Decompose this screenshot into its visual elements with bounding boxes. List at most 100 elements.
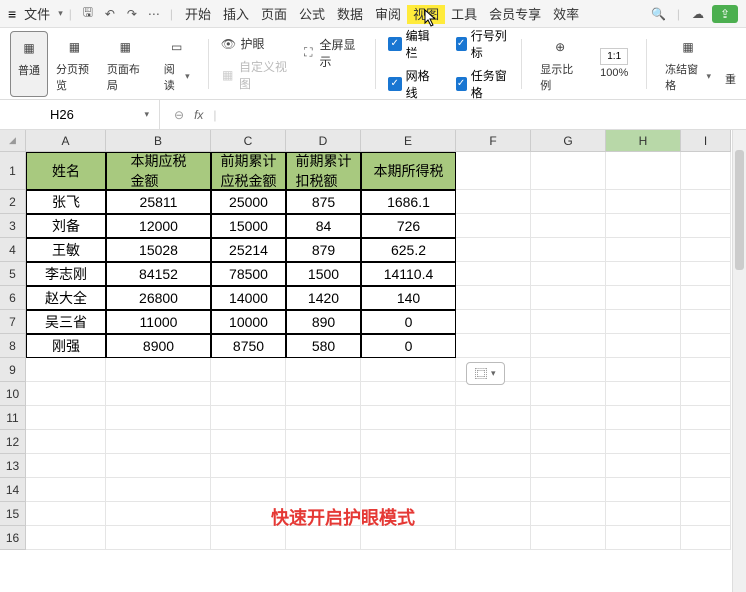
table-cell[interactable]: 84 xyxy=(286,214,361,238)
table-cell[interactable]: 25000 xyxy=(211,190,286,214)
cell[interactable] xyxy=(456,334,531,358)
cell[interactable] xyxy=(26,526,106,550)
more-icon[interactable]: ⋯ xyxy=(144,4,164,24)
table-cell[interactable]: 15000 xyxy=(211,214,286,238)
cell[interactable] xyxy=(211,358,286,382)
cell[interactable] xyxy=(26,358,106,382)
zoom-ratio-button[interactable]: ⊕ 显示比例 xyxy=(534,31,586,97)
cell[interactable] xyxy=(211,406,286,430)
col-header[interactable]: C xyxy=(211,130,286,152)
cell[interactable] xyxy=(606,152,681,190)
cell[interactable] xyxy=(456,238,531,262)
col-header[interactable]: B xyxy=(106,130,211,152)
table-cell[interactable]: 15028 xyxy=(106,238,211,262)
cell[interactable] xyxy=(456,262,531,286)
cell[interactable] xyxy=(456,310,531,334)
cell[interactable] xyxy=(681,406,731,430)
cell[interactable] xyxy=(456,406,531,430)
table-cell[interactable]: 25214 xyxy=(211,238,286,262)
row-header[interactable]: 16 xyxy=(0,526,26,550)
cell[interactable] xyxy=(286,358,361,382)
cell[interactable] xyxy=(531,262,606,286)
cell[interactable] xyxy=(361,478,456,502)
table-cell[interactable]: 8900 xyxy=(106,334,211,358)
row-header[interactable]: 3 xyxy=(0,214,26,238)
cell[interactable] xyxy=(531,358,606,382)
row-header[interactable]: 14 xyxy=(0,478,26,502)
view-mode-1[interactable]: ▦分页预览 xyxy=(50,31,99,97)
row-header[interactable]: 7 xyxy=(0,310,26,334)
cell[interactable] xyxy=(26,502,106,526)
table-cell[interactable]: 580 xyxy=(286,334,361,358)
zoom-value-display[interactable]: 1:1 100% xyxy=(594,44,634,83)
cell[interactable] xyxy=(606,310,681,334)
col-header[interactable]: H xyxy=(606,130,681,152)
cell[interactable] xyxy=(531,190,606,214)
row-header[interactable]: 15 xyxy=(0,502,26,526)
cell[interactable] xyxy=(531,238,606,262)
undo-icon[interactable]: ↶ xyxy=(100,4,120,24)
cancel-icon[interactable]: ⊖ xyxy=(174,108,184,122)
freeze-panes-button[interactable]: ▦ 冻结窗格▾ xyxy=(659,31,717,97)
table-cell[interactable]: 1686.1 xyxy=(361,190,456,214)
cell[interactable] xyxy=(361,430,456,454)
table-cell[interactable]: 张飞 xyxy=(26,190,106,214)
menu-tab-3[interactable]: 公式 xyxy=(293,5,331,24)
menu-tab-7[interactable]: 工具 xyxy=(445,5,483,24)
cell[interactable] xyxy=(681,382,731,406)
table-cell[interactable]: 8750 xyxy=(211,334,286,358)
cell[interactable] xyxy=(106,358,211,382)
cell[interactable] xyxy=(606,478,681,502)
cell[interactable] xyxy=(681,430,731,454)
cell[interactable] xyxy=(286,382,361,406)
table-cell[interactable]: 78500 xyxy=(211,262,286,286)
menu-tab-6[interactable]: 视图 xyxy=(407,5,445,24)
table-cell[interactable]: 11000 xyxy=(106,310,211,334)
view-mode-2[interactable]: ▦页面布局 xyxy=(101,31,150,97)
reading-mode-button[interactable]: ▭ 阅读▾ xyxy=(158,31,196,97)
cell[interactable] xyxy=(681,310,731,334)
cell[interactable] xyxy=(531,214,606,238)
checkbox-1[interactable]: ✓行号列标 xyxy=(456,27,510,61)
cell[interactable] xyxy=(606,190,681,214)
cell[interactable] xyxy=(106,430,211,454)
row-header[interactable]: 8 xyxy=(0,334,26,358)
cell[interactable] xyxy=(606,406,681,430)
cell[interactable] xyxy=(531,334,606,358)
row-header[interactable]: 12 xyxy=(0,430,26,454)
col-header[interactable]: E xyxy=(361,130,456,152)
cell[interactable] xyxy=(531,526,606,550)
cell[interactable] xyxy=(681,262,731,286)
cell[interactable] xyxy=(531,502,606,526)
menu-file[interactable]: 文件 xyxy=(18,2,56,25)
cell[interactable] xyxy=(286,454,361,478)
cell[interactable] xyxy=(456,152,531,190)
custom-view-button[interactable]: ▦自定义视图 xyxy=(221,58,294,92)
cell[interactable] xyxy=(681,478,731,502)
cell[interactable] xyxy=(681,286,731,310)
cell[interactable] xyxy=(456,430,531,454)
row-header[interactable]: 11 xyxy=(0,406,26,430)
cell[interactable] xyxy=(456,526,531,550)
table-cell[interactable]: 1500 xyxy=(286,262,361,286)
table-cell[interactable]: 12000 xyxy=(106,214,211,238)
table-cell[interactable]: 84152 xyxy=(106,262,211,286)
menu-tab-8[interactable]: 会员专享 xyxy=(483,5,547,24)
col-header[interactable]: G xyxy=(531,130,606,152)
cell[interactable] xyxy=(286,406,361,430)
table-cell[interactable]: 140 xyxy=(361,286,456,310)
name-box[interactable]: H26▾ xyxy=(0,100,160,129)
search-icon[interactable]: 🔍 xyxy=(649,4,669,24)
view-mode-0[interactable]: ▦普通 xyxy=(10,31,48,97)
col-header[interactable]: I xyxy=(681,130,731,152)
redo-icon[interactable]: ↷ xyxy=(122,4,142,24)
cell[interactable] xyxy=(531,430,606,454)
cell[interactable] xyxy=(606,334,681,358)
cell[interactable] xyxy=(106,502,211,526)
table-cell[interactable]: 王敏 xyxy=(26,238,106,262)
table-cell[interactable]: 10000 xyxy=(211,310,286,334)
row-header[interactable]: 2 xyxy=(0,190,26,214)
table-cell[interactable]: 李志刚 xyxy=(26,262,106,286)
eye-care-toggle[interactable]: 👁护眼 xyxy=(221,35,294,52)
cell[interactable] xyxy=(681,190,731,214)
